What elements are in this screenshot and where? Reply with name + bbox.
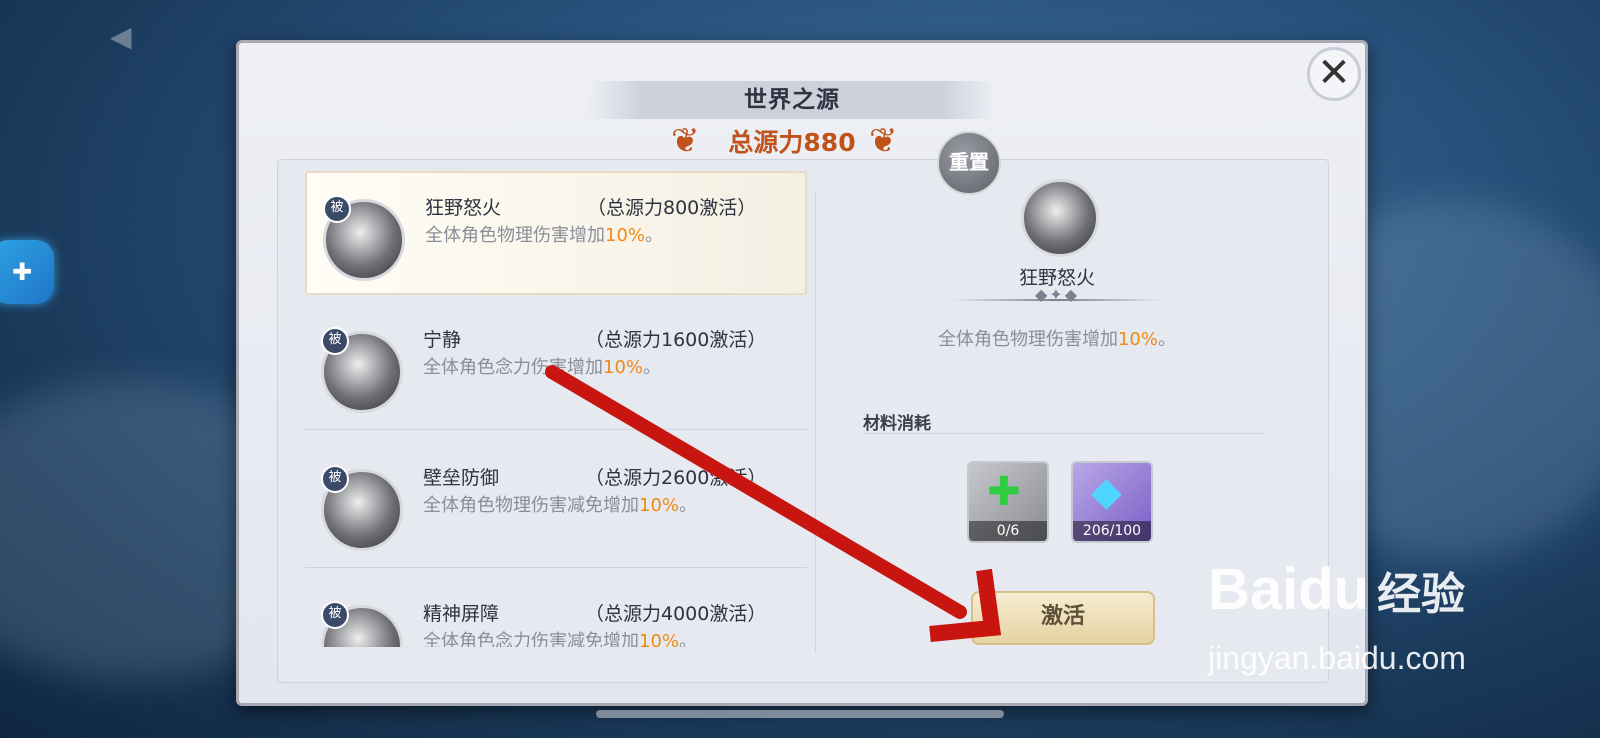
watermark-brand: Baidu [1208,557,1370,622]
passive-badge: 被 [323,195,351,223]
gamepad-icon[interactable]: ✚ [0,240,54,304]
passive-badge: 被 [321,327,349,355]
activate-button[interactable]: 激活 [971,591,1155,645]
skill-name: 壁垒防御 [423,467,500,489]
skill-description: 全体角色物理伤害增加10%。 [425,225,664,246]
skill-requirement: （总源力4000激活） [585,603,767,625]
skill-description: 全体角色念力伤害增加10%。 [423,357,662,378]
skill-name: 狂野怒火 [425,197,502,219]
skill-name: 精神屏障 [423,603,500,625]
skill-row-mental-barrier[interactable]: 被 精神屏障 （总源力4000激活） 全体角色念力伤害减免增加10%。 [305,579,807,647]
skill-requirement: （总源力1600激活） [585,329,767,351]
close-button[interactable]: ✕ [1307,47,1361,101]
material-slot[interactable]: ✚ 0/6 [967,461,1049,543]
skill-list[interactable]: 被 狂野怒火 （总源力800激活） 全体角色物理伤害增加10%。 被 宁静 （总… [305,171,807,647]
skill-description: 全体角色物理伤害减免增加10%。 [423,495,698,516]
laurel-right-icon: ❦ [869,121,898,161]
material-slot[interactable]: ◆ 206/100 [1071,461,1153,543]
divider [815,193,816,653]
home-indicator[interactable] [596,710,1004,718]
material-count: 0/6 [969,521,1047,541]
reset-button[interactable]: 重置 [937,131,1001,195]
skill-row-bastion-defense[interactable]: 被 壁垒防御 （总源力2600激活） 全体角色物理伤害减免增加10%。 [305,443,807,568]
materials-label: 材料消耗 [863,414,931,434]
green-plus-crystal-icon: ✚ [987,469,1021,515]
ornament-divider: ◆✦◆ [951,285,1163,307]
skill-description: 全体角色念力伤害减免增加10%。 [423,631,698,647]
selected-skill-fist-icon [1021,179,1099,257]
world-source-dialog: ✕ 世界之源 ❦ 总源力880 ❦ 重置 被 狂野怒火 （总源力800激活） 全… [236,40,1368,706]
skill-row-wild-fury[interactable]: 被 狂野怒火 （总源力800激活） 全体角色物理伤害增加10%。 [305,171,807,295]
materials-divider [863,433,1263,434]
skill-row-tranquility[interactable]: 被 宁静 （总源力1600激活） 全体角色念力伤害增加10%。 [305,305,807,430]
passive-badge: 被 [321,465,349,493]
total-power: 总源力880 [728,128,856,157]
baidu-watermark: Baidu 经验 jingyan.baidu.com [1208,556,1466,676]
blue-crystal-icon: ◆ [1091,469,1122,515]
material-count: 206/100 [1073,521,1151,541]
laurel-left-icon: ❦ [671,121,700,161]
skill-requirement: （总源力2600激活） [585,467,767,489]
detail-skill-description: 全体角色物理伤害增加10%。 [937,329,1176,350]
watermark-cn: 经验 [1377,569,1466,620]
skill-requirement: （总源力800激活） [587,197,757,219]
watermark-url: jingyan.baidu.com [1208,640,1466,676]
dialog-title: 世界之源 [587,81,997,119]
passive-badge: 被 [321,601,349,629]
skill-name: 宁静 [423,329,462,351]
